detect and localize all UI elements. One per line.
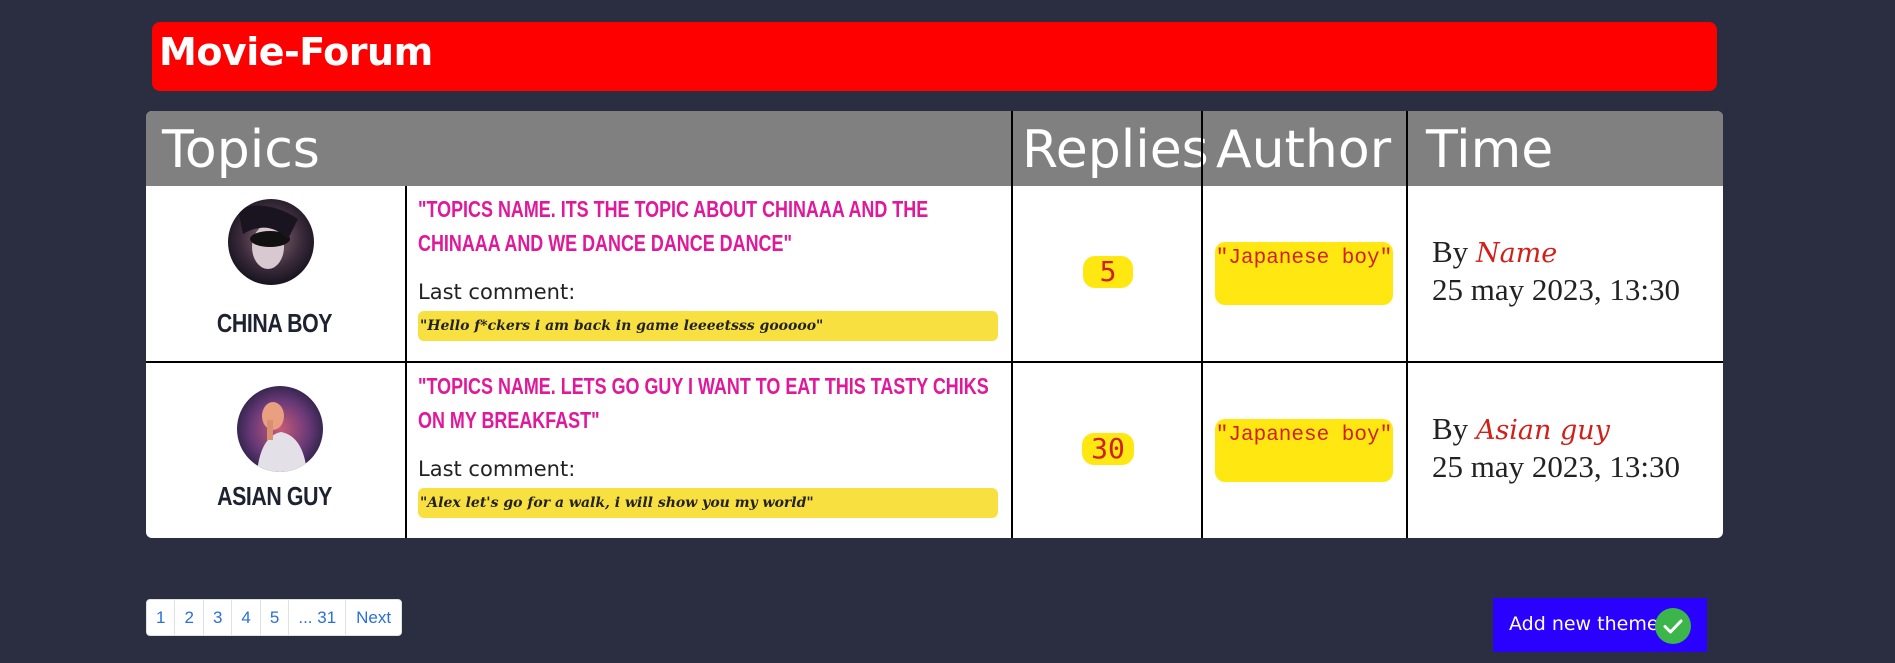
topic-title-link[interactable]: "TOPICS NAME. LETS GO GUY I WANT TO EAT …	[418, 369, 998, 437]
topic-title-link[interactable]: "TOPICS NAME. ITS THE TOPIC ABOUT CHINAA…	[418, 192, 998, 260]
by-user-link[interactable]: Asian guy	[1476, 415, 1610, 446]
page-link-1[interactable]: 1	[147, 600, 176, 635]
page-link-5[interactable]: 5	[261, 600, 290, 635]
table-row[interactable]: ASIAN GUY "TOPICS NAME. LETS GO GUY I WA…	[146, 363, 1723, 538]
by-label: By	[1432, 234, 1469, 269]
time-info: By Name 25 may 2023, 13:30	[1432, 234, 1680, 308]
last-comment-label: Last comment:	[418, 280, 576, 304]
forum-header: Movie-Forum	[152, 22, 1717, 91]
avatar-image-icon	[228, 199, 314, 285]
last-comment-text: "Alex let's go for a walk, i will show y…	[418, 488, 998, 518]
table-row[interactable]: CHINA BOY "TOPICS NAME. ITS THE TOPIC AB…	[146, 186, 1723, 361]
replies-count-badge: 30	[1082, 433, 1134, 465]
column-replies: Replies	[1022, 120, 1209, 180]
column-author: Author	[1216, 120, 1392, 180]
check-icon	[1655, 608, 1691, 644]
add-new-theme-button[interactable]: Add new theme	[1493, 598, 1707, 652]
page-link-2[interactable]: 2	[175, 600, 204, 635]
column-topics: Topics	[162, 120, 320, 180]
table-header: Topics Replies Author Time	[146, 111, 1723, 186]
last-comment-label: Last comment:	[418, 457, 576, 481]
user-name[interactable]: CHINA BOY	[169, 308, 380, 339]
page-link-4[interactable]: 4	[232, 600, 261, 635]
by-label: By	[1432, 411, 1469, 446]
author-badge[interactable]: "Japanese boy"	[1215, 242, 1393, 305]
next-page-link[interactable]: Next	[346, 600, 401, 635]
user-name[interactable]: ASIAN GUY	[169, 481, 380, 512]
user-avatar[interactable]	[237, 386, 323, 472]
user-avatar[interactable]	[228, 199, 314, 285]
by-user-link[interactable]: Name	[1476, 238, 1557, 269]
avatar-image-icon	[237, 386, 323, 472]
time-info: By Asian guy 25 may 2023, 13:30	[1432, 411, 1680, 485]
timestamp: 25 may 2023, 13:30	[1432, 272, 1680, 307]
topics-table: Topics Replies Author Time CHINA BOY "TO…	[146, 111, 1723, 538]
pagination: 1 2 3 4 5 ... 31 Next	[146, 599, 403, 636]
site-title: Movie-Forum	[159, 30, 433, 74]
author-badge[interactable]: "Japanese boy"	[1215, 419, 1393, 482]
column-time: Time	[1426, 120, 1554, 180]
add-button-label: Add new theme	[1509, 613, 1659, 635]
page-link-last[interactable]: ... 31	[289, 600, 347, 635]
page-link-3[interactable]: 3	[204, 600, 233, 635]
replies-count-badge: 5	[1083, 256, 1133, 288]
last-comment-text: "Hello f*ckers i am back in game leeeets…	[418, 311, 998, 341]
timestamp: 25 may 2023, 13:30	[1432, 449, 1680, 484]
